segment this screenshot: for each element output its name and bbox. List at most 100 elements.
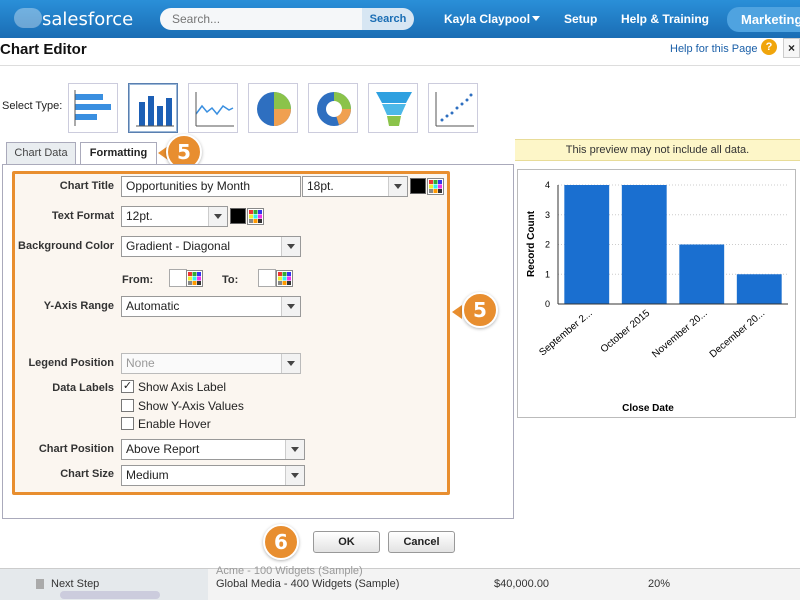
brand-name: salesforce — [42, 9, 134, 30]
preview-notice: This preview may not include all data. — [515, 139, 800, 161]
ok-button[interactable]: OK — [313, 531, 380, 553]
chart-size-select[interactable]: Medium — [121, 465, 305, 486]
color-picker-icon[interactable] — [427, 178, 444, 195]
global-header: salesforce Search Kayla Claypool Setup H… — [0, 0, 800, 38]
chart-type-line[interactable] — [188, 83, 238, 133]
search-input[interactable] — [160, 8, 362, 30]
dialog-title: Chart Editor — [0, 41, 87, 58]
title-color-swatch[interactable] — [410, 178, 426, 194]
report-row-faded: Acme - 100 Widgets (Sample) — [216, 565, 363, 577]
chart-type-horizontal-bar[interactable] — [68, 83, 118, 133]
chart-size-label: Chart Size — [60, 468, 114, 480]
bar[interactable] — [736, 274, 782, 304]
chevron-down-icon — [285, 466, 304, 485]
y-axis-range-value: Automatic — [126, 299, 180, 313]
chart-title-size-select[interactable]: 18pt. — [302, 176, 408, 197]
legend-position-label: Legend Position — [28, 357, 114, 369]
text-format-value: 12pt. — [126, 209, 153, 223]
y-tick-label: 0 — [545, 299, 550, 309]
chevron-down-icon — [281, 237, 300, 256]
tab-chart-data[interactable]: Chart Data — [6, 142, 76, 164]
scatter-chart-icon — [435, 92, 474, 127]
to-label: To: — [222, 274, 239, 286]
chevron-down-icon — [208, 207, 227, 226]
callout-pointer — [452, 305, 462, 319]
color-picker-icon[interactable] — [186, 270, 203, 287]
text-color-swatch[interactable] — [230, 208, 246, 224]
chevron-down-icon — [281, 297, 300, 316]
show-axis-label-checkbox[interactable]: ✓ — [121, 380, 134, 393]
x-tick-label: December 20... — [708, 308, 767, 360]
cancel-button[interactable]: Cancel — [388, 531, 455, 553]
drag-handle-icon[interactable] — [36, 579, 44, 589]
chevron-down-icon — [388, 177, 407, 196]
funnel-chart-icon — [376, 92, 412, 126]
x-tick-label: September 2... — [537, 308, 594, 359]
chevron-down-icon[interactable] — [532, 16, 540, 21]
from-color-swatch[interactable] — [169, 269, 187, 287]
chart-size-value: Medium — [126, 468, 169, 482]
legend-position-select[interactable]: None — [121, 353, 301, 374]
to-color-swatch[interactable] — [258, 269, 276, 287]
show-y-values-text: Show Y-Axis Values — [138, 399, 244, 413]
chart-type-vertical-bar[interactable] — [128, 83, 178, 133]
y-axis-range-label: Y-Axis Range — [43, 300, 114, 312]
chart-type-scatter[interactable] — [428, 83, 478, 133]
field-next-step[interactable]: Next Step — [51, 578, 99, 590]
y-tick-label: 1 — [545, 269, 550, 279]
bar[interactable] — [621, 185, 667, 304]
tab-formatting[interactable]: Formatting — [80, 142, 157, 165]
chart-title-label: Chart Title — [59, 180, 114, 192]
report-sidebar: Next Step — [0, 569, 208, 600]
chart-position-label: Chart Position — [38, 443, 114, 455]
bar[interactable] — [564, 185, 610, 304]
horizontal-bar-icon — [74, 90, 111, 126]
background-color-select[interactable]: Gradient - Diagonal — [121, 236, 301, 257]
bar[interactable] — [679, 244, 725, 305]
step-callout-panel: 5 — [462, 292, 498, 328]
chart-position-select[interactable]: Above Report — [121, 439, 305, 460]
x-axis-title: Close Date — [622, 403, 674, 414]
enable-hover-checkbox[interactable] — [121, 417, 134, 430]
chevron-down-icon — [281, 354, 300, 373]
app-switcher[interactable]: Marketing — [727, 7, 800, 32]
chart-position-value: Above Report — [126, 442, 200, 456]
report-row-percent: 20% — [648, 578, 671, 590]
help-training-link[interactable]: Help & Training — [621, 12, 709, 26]
chevron-down-icon — [285, 440, 304, 459]
help-icon[interactable]: ? — [761, 39, 777, 55]
chart-type-funnel[interactable] — [368, 83, 418, 133]
setup-link[interactable]: Setup — [564, 12, 597, 26]
background-color-value: Gradient - Diagonal — [126, 239, 231, 253]
y-axis-title: Record Count — [526, 210, 537, 277]
color-picker-icon[interactable] — [276, 270, 293, 287]
pie-chart-icon — [257, 92, 291, 126]
background-report: Next Step Acme - 100 Widgets (Sample) Gl… — [0, 565, 800, 600]
x-tick-label: November 20... — [650, 308, 709, 360]
show-y-values-checkbox[interactable] — [121, 399, 134, 412]
step-callout-ok: 6 — [263, 524, 299, 560]
from-label: From: — [122, 274, 154, 286]
legend-position-value: None — [126, 356, 155, 370]
report-row-name: Global Media - 400 Widgets (Sample) — [216, 578, 400, 590]
chart-title-size-value: 18pt. — [307, 179, 334, 193]
chart-type-donut[interactable] — [308, 83, 358, 133]
salesforce-logo[interactable]: salesforce — [14, 6, 144, 32]
chart-type-pie[interactable] — [248, 83, 298, 133]
color-picker-icon[interactable] — [247, 208, 264, 225]
help-link[interactable]: Help for this Page — [670, 43, 757, 55]
report-row-amount: $40,000.00 — [494, 578, 550, 590]
vertical-bar-icon — [136, 96, 174, 127]
chart-title-input[interactable]: Opportunities by Month — [121, 176, 301, 197]
close-button[interactable]: × — [783, 38, 800, 58]
user-menu[interactable]: Kayla Claypool — [444, 12, 530, 26]
enable-hover-text: Enable Hover — [138, 417, 211, 431]
dialog-header: Chart Editor Help for this Page ? × — [0, 38, 800, 66]
text-format-select[interactable]: 12pt. — [121, 206, 228, 227]
search-button[interactable]: Search — [362, 8, 414, 30]
horizontal-scrollbar[interactable] — [60, 591, 160, 599]
x-tick-label: October 2015 — [599, 308, 653, 356]
y-axis-range-select[interactable]: Automatic — [121, 296, 301, 317]
line-chart-icon — [195, 92, 234, 127]
cloud-icon — [14, 8, 42, 28]
